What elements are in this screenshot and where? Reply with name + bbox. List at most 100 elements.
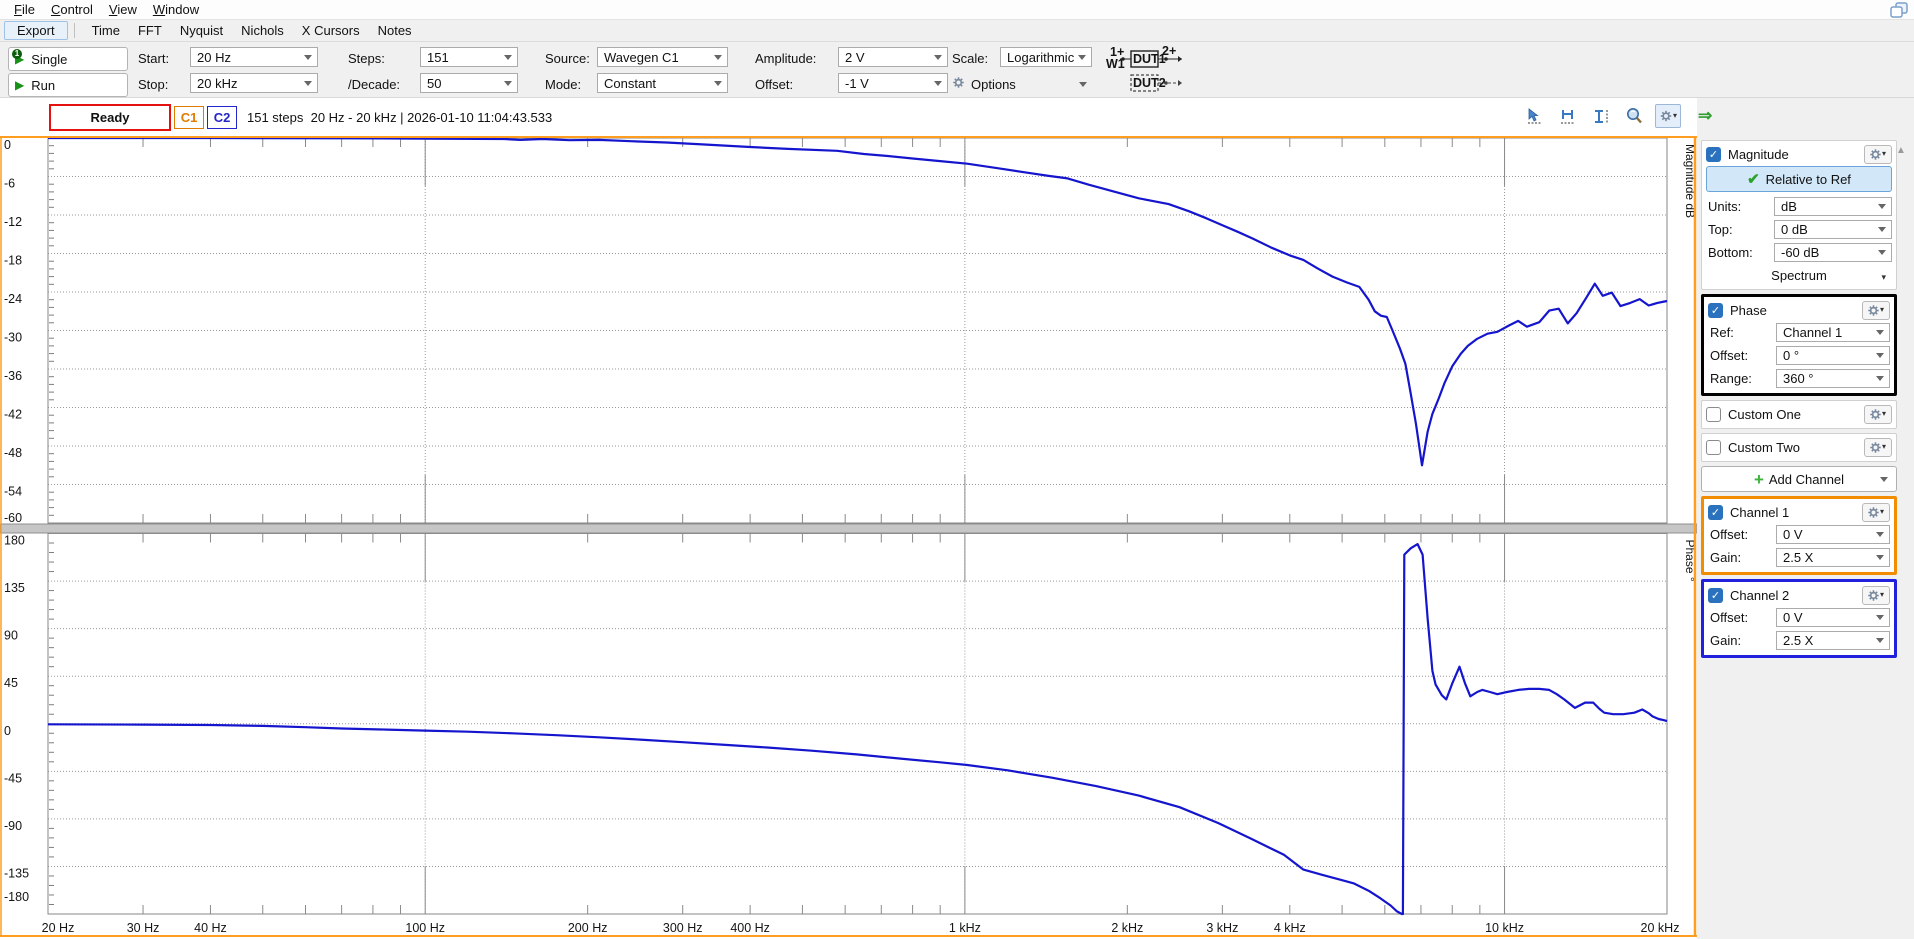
combo-value: dB xyxy=(1781,199,1797,214)
menu-window[interactable]: Window xyxy=(145,1,207,18)
magnitude-row: Bottom:-60 dB xyxy=(1706,241,1892,264)
chevron-down-icon xyxy=(1876,353,1884,358)
svg-text:45: 45 xyxy=(4,676,18,690)
bode-chart[interactable]: 0-6-12-18-24-30-36-42-48-54-60Magnitude … xyxy=(0,136,1697,939)
channel2-status-badge[interactable]: C2 xyxy=(207,106,237,129)
float-window-icon[interactable] xyxy=(1888,1,1910,19)
chevron-down-icon xyxy=(1878,250,1886,255)
magnitude-bottom-combo[interactable]: -60 dB xyxy=(1774,243,1892,262)
combo-scale[interactable]: Logarithmic xyxy=(1000,47,1092,67)
magnitude-gear-icon[interactable]: ▾ xyxy=(1864,145,1892,164)
magnitude-checkbox[interactable]: ✓ xyxy=(1706,147,1721,162)
channel1-status-badge[interactable]: C1 xyxy=(174,106,204,129)
chevron-down-icon xyxy=(1876,376,1884,381)
chevron-down-icon xyxy=(304,55,312,60)
custom-one-checkbox[interactable] xyxy=(1706,407,1721,422)
phase-ref-combo[interactable]: Channel 1 xyxy=(1776,323,1890,342)
custom-two-checkbox[interactable] xyxy=(1706,440,1721,455)
plot-settings-gear-icon[interactable]: ▾ xyxy=(1655,104,1681,128)
combo-value: Channel 1 xyxy=(1783,325,1842,340)
svg-text:30 Hz: 30 Hz xyxy=(127,921,160,935)
svg-text:2+: 2+ xyxy=(1162,46,1176,58)
add-channel-button[interactable]: +Add Channel xyxy=(1701,466,1897,492)
custom-two-gear-icon[interactable]: ▾ xyxy=(1864,438,1892,457)
tab-time[interactable]: Time xyxy=(83,22,129,39)
combo-value: 360 ° xyxy=(1783,371,1814,386)
combo-offset[interactable]: -1 V xyxy=(838,73,948,93)
combo-value: Wavegen C1 xyxy=(604,50,679,65)
magnitude-top-combo[interactable]: 0 dB xyxy=(1774,220,1892,239)
svg-text:10 kHz: 10 kHz xyxy=(1485,921,1524,935)
chevron-down-icon xyxy=(1876,638,1884,643)
menu-control[interactable]: Control xyxy=(43,1,101,18)
spectrum-section-toggle[interactable]: Spectrum▾ xyxy=(1706,264,1892,286)
channel2-gear-icon[interactable]: ▾ xyxy=(1862,586,1890,605)
combo-value: 2.5 X xyxy=(1783,633,1813,648)
magnitude-row: Units:dB xyxy=(1706,195,1892,218)
run-button[interactable]: ▶Run xyxy=(8,73,128,97)
combo-value: 0 dB xyxy=(1781,222,1808,237)
plot-splitter-handle[interactable] xyxy=(0,524,1697,533)
combo-steps[interactable]: 151 xyxy=(420,47,518,67)
menu-file[interactable]: File xyxy=(6,1,43,18)
vertical-cursor-icon[interactable] xyxy=(1589,105,1613,127)
phase-gear-icon[interactable]: ▾ xyxy=(1862,301,1890,320)
tab-nichols[interactable]: Nichols xyxy=(232,22,293,39)
channel1-gear-icon[interactable]: ▾ xyxy=(1862,503,1890,522)
collapse-panel-icon[interactable]: ⇒ xyxy=(1698,106,1712,126)
svg-text:-135: -135 xyxy=(4,866,29,880)
phase-c2-vs-c1-curve xyxy=(48,544,1667,914)
menu-view[interactable]: View xyxy=(101,1,145,18)
combo-value: 20 kHz xyxy=(197,76,237,91)
phase-range-combo[interactable]: 360 ° xyxy=(1776,369,1890,388)
combo-stop[interactable]: 20 kHz xyxy=(190,73,318,93)
combo-mode[interactable]: Constant xyxy=(597,73,728,93)
run-button-label: Run xyxy=(31,78,55,93)
tab-separator xyxy=(74,23,75,38)
combo-value: 0 V xyxy=(1783,610,1803,625)
cursor-normal-icon[interactable] xyxy=(1523,105,1547,127)
channel1-checkbox[interactable]: ✓ xyxy=(1708,505,1723,520)
svg-text:-36: -36 xyxy=(4,369,22,383)
options-dropdown[interactable]: Options xyxy=(952,73,1095,95)
options-label: Options xyxy=(971,77,1016,92)
chevron-down-icon xyxy=(1876,532,1884,537)
custom-two-title: Custom Two xyxy=(1728,440,1857,455)
relative-to-ref-button[interactable]: ✔Relative to Ref xyxy=(1706,166,1892,192)
tab-x-cursors[interactable]: X Cursors xyxy=(293,22,369,39)
channel2-offset-combo[interactable]: 0 V xyxy=(1776,608,1890,627)
channel1-offset-combo[interactable]: 0 V xyxy=(1776,525,1890,544)
channel2-gain-combo[interactable]: 2.5 X xyxy=(1776,631,1890,650)
combo-value: 2 V xyxy=(845,50,865,65)
svg-text:3 kHz: 3 kHz xyxy=(1206,921,1238,935)
combo-value: 151 xyxy=(427,50,449,65)
custom-one-gear-icon[interactable]: ▾ xyxy=(1864,405,1892,424)
channel1-header: ✓ Channel 1 ▾ xyxy=(1708,501,1890,523)
field-label-decade: /Decade: xyxy=(348,73,418,95)
tab-fft[interactable]: FFT xyxy=(129,22,171,39)
gear-icon xyxy=(952,76,965,92)
scroll-up-icon[interactable]: ▲ xyxy=(1896,145,1906,156)
channel2-row-label: Gain: xyxy=(1708,633,1772,648)
combo-amplitude[interactable]: 2 V xyxy=(838,47,948,67)
combo-value: 2.5 X xyxy=(1783,550,1813,565)
phase-offset-combo[interactable]: 0 ° xyxy=(1776,346,1890,365)
channel1-title: Channel 1 xyxy=(1730,505,1855,520)
single-button[interactable]: ▶1Single xyxy=(8,47,128,71)
channel2-checkbox[interactable]: ✓ xyxy=(1708,588,1723,603)
export-button[interactable]: Export xyxy=(4,21,68,40)
horizontal-cursor-icon[interactable] xyxy=(1556,105,1580,127)
svg-text:-30: -30 xyxy=(4,331,22,345)
channel1-gain-combo[interactable]: 2.5 X xyxy=(1776,548,1890,567)
combo-decade[interactable]: 50 xyxy=(420,73,518,93)
magnitude-units-combo[interactable]: dB xyxy=(1774,197,1892,216)
phase-checkbox[interactable]: ✓ xyxy=(1708,303,1723,318)
combo-start[interactable]: 20 Hz xyxy=(190,47,318,67)
combo-source[interactable]: Wavegen C1 xyxy=(597,47,728,67)
phase-row: Offset:0 ° xyxy=(1708,344,1890,367)
phase-header: ✓Phase▾ xyxy=(1708,299,1890,321)
zoom-icon[interactable] xyxy=(1622,105,1646,127)
tab-nyquist[interactable]: Nyquist xyxy=(171,22,232,39)
custom-one-header: Custom One▾ xyxy=(1706,403,1892,425)
tab-notes[interactable]: Notes xyxy=(369,22,421,39)
